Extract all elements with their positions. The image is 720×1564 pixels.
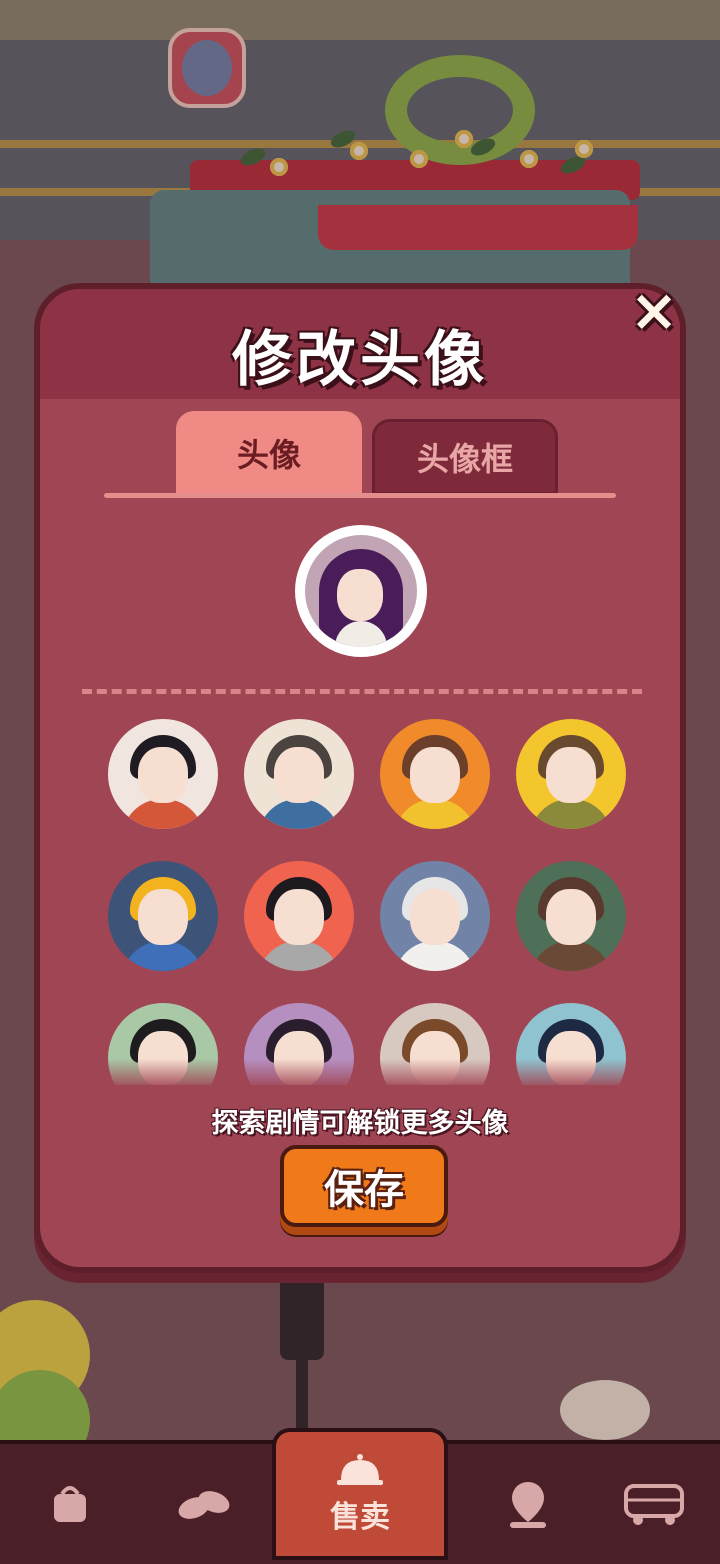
old-man-avatar[interactable] xyxy=(380,861,490,971)
service-bell-icon xyxy=(337,1454,383,1485)
short-hair-girl-yellow-avatar[interactable] xyxy=(516,719,626,829)
purple-hair-girl-avatar xyxy=(305,535,417,647)
unlock-hint: 探索剧情可解锁更多头像 xyxy=(211,1108,509,1139)
tab-avatar-frame[interactable]: 头像框 xyxy=(372,419,558,495)
sell-tab-label: 售卖 xyxy=(330,1500,390,1535)
close-icon[interactable]: × xyxy=(626,276,682,344)
map-icon[interactable] xyxy=(468,1444,588,1564)
tab-underline xyxy=(104,493,616,498)
bus-icon[interactable] xyxy=(594,1444,714,1564)
tab-avatar[interactable]: 头像 xyxy=(176,411,362,495)
dialog-title: 修改头像 xyxy=(232,325,488,395)
sell-tab[interactable]: 售卖 xyxy=(272,1428,448,1560)
shop-bag-icon[interactable] xyxy=(10,1444,130,1564)
yellow-helmet-boy-avatar[interactable] xyxy=(108,861,218,971)
change-avatar-dialog: 修改头像 头像 头像框 探索剧情可解锁更多头像 保存 xyxy=(34,283,686,1273)
ingredients-icon[interactable] xyxy=(144,1444,264,1564)
braided-girl-avatar[interactable] xyxy=(108,719,218,829)
grid-fade xyxy=(102,1059,630,1089)
dashed-divider xyxy=(82,689,642,694)
save-button[interactable]: 保存 xyxy=(280,1145,448,1227)
glasses-man-avatar[interactable] xyxy=(244,719,354,829)
dialog-header: 修改头像 xyxy=(40,289,680,399)
avatar-tabs: 头像 头像框 xyxy=(104,411,614,495)
current-avatar-preview xyxy=(295,525,427,657)
cap-glasses-man-avatar[interactable] xyxy=(516,861,626,971)
brown-hair-girl-orange-avatar[interactable] xyxy=(380,719,490,829)
avatar-grid xyxy=(102,715,630,1085)
bob-hair-woman-avatar[interactable] xyxy=(244,861,354,971)
